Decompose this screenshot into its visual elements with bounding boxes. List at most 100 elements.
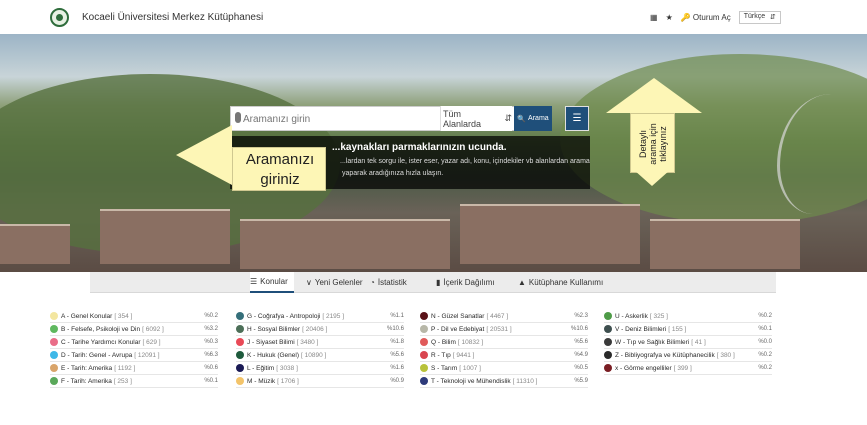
login-link[interactable]: 🔑 Oturum Aç <box>681 13 731 22</box>
category-percent: %4.9 <box>574 352 588 358</box>
category-percent: %0.6 <box>204 365 218 371</box>
category-item[interactable]: V - Deniz Bilimleri[ 155 ] %0.1 <box>604 323 772 336</box>
category-label: J - Siyaset Bilimi <box>247 338 295 346</box>
category-color-dot <box>420 325 428 333</box>
category-item[interactable]: A - Genel Konular[ 354 ] %0.2 <box>50 310 218 323</box>
pie-chart-icon: ◔ <box>370 278 375 287</box>
callout-arrow <box>606 78 702 113</box>
callout-arrow <box>634 170 670 186</box>
category-item[interactable]: T - Teknoloji ve Mühendislik[ 11310 ] %5.… <box>420 375 588 388</box>
category-color-dot <box>236 364 244 372</box>
category-item[interactable]: U - Askerlik[ 325 ] %0.2 <box>604 310 772 323</box>
category-count: [ 253 ] <box>113 377 132 385</box>
category-item[interactable]: N - Güzel Sanatlar[ 4467 ] %2.3 <box>420 310 588 323</box>
search-input[interactable] <box>243 110 433 128</box>
category-color-dot <box>420 377 428 385</box>
search-scope-select[interactable]: Tüm Alanlarda ⇵ <box>440 106 512 131</box>
category-percent: %10.6 <box>386 326 404 332</box>
university-logo[interactable] <box>50 8 69 27</box>
category-percent: %10.6 <box>570 326 588 332</box>
category-count: [ 380 ] <box>716 351 735 359</box>
search-callout-text: Aramanızı giriniz <box>245 151 315 188</box>
category-count: [ 3038 ] <box>276 364 298 372</box>
category-label: D - Tarih: Genel - Avrupa <box>61 351 133 359</box>
category-color-dot <box>604 312 612 320</box>
category-percent: %0.1 <box>204 378 218 384</box>
category-color-dot <box>236 351 244 359</box>
category-label: C - Tarihe Yardımcı Konular <box>61 338 141 346</box>
category-item[interactable]: G - Coğrafya - Antropoloji[ 2195 ] %1.1 <box>236 310 404 323</box>
star-icon[interactable]: ★ <box>666 13 673 22</box>
category-item[interactable]: E - Tarih: Amerika[ 1192 ] %0.6 <box>50 362 218 375</box>
tab-library-usage[interactable]: ▲ Kütüphane Kullanımı <box>518 272 610 293</box>
tab-label: Konular <box>260 277 288 286</box>
category-item[interactable]: M - Müzik[ 1706 ] %0.9 <box>236 375 404 388</box>
category-color-dot <box>50 377 58 385</box>
category-percent: %5.6 <box>574 339 588 345</box>
tab-statistics[interactable]: ◔ İstatistik <box>370 272 420 293</box>
category-item[interactable]: L - Eğitim[ 3038 ] %1.6 <box>236 362 404 375</box>
category-color-dot <box>420 312 428 320</box>
category-color-dot <box>50 338 58 346</box>
category-percent: %0.2 <box>758 365 772 371</box>
category-percent: %5.9 <box>574 378 588 384</box>
category-label: M - Müzik <box>247 377 276 385</box>
category-percent: %0.0 <box>758 339 772 345</box>
category-count: [ 354 ] <box>114 312 133 320</box>
category-count: [ 10832 ] <box>457 338 484 346</box>
site-title[interactable]: Kocaeli Üniversitesi Merkez Kütüphanesi <box>82 12 263 23</box>
category-percent: %0.5 <box>574 365 588 371</box>
tab-content-distribution[interactable]: ▮ İçerik Dağılımı <box>436 272 506 293</box>
tab-subjects[interactable]: ☰ Konular <box>250 272 294 293</box>
category-item[interactable]: x - Görme engelliler[ 399 ] %0.2 <box>604 362 772 375</box>
category-count: [ 325 ] <box>649 312 668 320</box>
category-item[interactable]: Z - Bibliyografya ve Kütüphanecilik[ 380… <box>604 349 772 362</box>
category-percent: %0.9 <box>390 378 404 384</box>
category-color-dot <box>604 338 612 346</box>
category-item[interactable]: S - Tarım[ 1007 ] %0.5 <box>420 362 588 375</box>
select-arrow-icon: ⇵ <box>504 113 512 123</box>
bookshelf-icon[interactable]: ▦ <box>650 13 658 22</box>
tab-label: Kütüphane Kullanımı <box>528 278 604 287</box>
language-select[interactable]: Türkçe ⇵ <box>738 11 781 24</box>
category-count: [ 11310 ] <box>512 377 538 385</box>
tab-label: İçerik Dağılımı <box>443 278 495 287</box>
category-count: [ 399 ] <box>673 364 692 372</box>
category-count: [ 629 ] <box>142 338 161 346</box>
category-item[interactable]: P - Dil ve Edebiyat[ 20531 ] %10.6 <box>420 323 588 336</box>
category-label: P - Dil ve Edebiyat <box>431 325 485 333</box>
category-item[interactable]: W - Tıp ve Sağlık Bilimleri[ 41 ] %0.0 <box>604 336 772 349</box>
category-item[interactable]: D - Tarih: Genel - Avrupa[ 12091 ] %6.3 <box>50 349 218 362</box>
top-right-controls: ▦ ★ 🔑 Oturum Aç Türkçe ⇵ <box>650 11 781 24</box>
category-count: [ 1192 ] <box>114 364 136 372</box>
hero-info-desc-1: ...lardan tek sorgu ile, ister eser, yaz… <box>340 158 590 165</box>
advanced-search-button[interactable]: ☰ <box>565 106 589 131</box>
advanced-search-callout: Detaylı arama için tıklayınız <box>630 113 675 173</box>
category-item[interactable]: Q - Bilim[ 10832 ] %5.6 <box>420 336 588 349</box>
top-bar: Kocaeli Üniversitesi Merkez Kütüphanesi … <box>0 0 867 34</box>
category-color-dot <box>236 325 244 333</box>
category-label: V - Deniz Bilimleri <box>615 325 667 333</box>
category-percent: %1.6 <box>390 365 404 371</box>
category-percent: %0.2 <box>758 352 772 358</box>
category-percent: %2.3 <box>574 313 588 319</box>
category-color-dot <box>50 325 58 333</box>
category-item[interactable]: H - Sosyal Bilimler[ 20406 ] %10.6 <box>236 323 404 336</box>
category-item[interactable]: K - Hukuk (Genel)[ 10890 ] %5.6 <box>236 349 404 362</box>
tab-new-arrivals[interactable]: ∨ Yeni Gelenler <box>306 272 364 293</box>
category-label: Q - Bilim <box>431 338 456 346</box>
category-item[interactable]: C - Tarihe Yardımcı Konular[ 629 ] %0.3 <box>50 336 218 349</box>
category-color-dot <box>420 338 428 346</box>
category-item[interactable]: B - Felsefe, Psikoloji ve Din[ 6092 ] %3.… <box>50 323 218 336</box>
microphone-icon[interactable] <box>235 112 241 123</box>
category-item[interactable]: R - Tıp[ 9441 ] %4.9 <box>420 349 588 362</box>
category-label: B - Felsefe, Psikoloji ve Din <box>61 325 141 333</box>
category-item[interactable]: F - Tarih: Amerika[ 253 ] %0.1 <box>50 375 218 388</box>
select-arrow-icon: ⇵ <box>769 14 776 21</box>
category-color-dot <box>50 312 58 320</box>
hero-building <box>0 224 70 264</box>
chevron-down-icon: ∨ <box>306 278 312 287</box>
search-button[interactable]: 🔍 Arama <box>514 106 552 131</box>
category-item[interactable]: J - Siyaset Bilimi[ 3480 ] %1.8 <box>236 336 404 349</box>
category-count: [ 9441 ] <box>452 351 475 359</box>
